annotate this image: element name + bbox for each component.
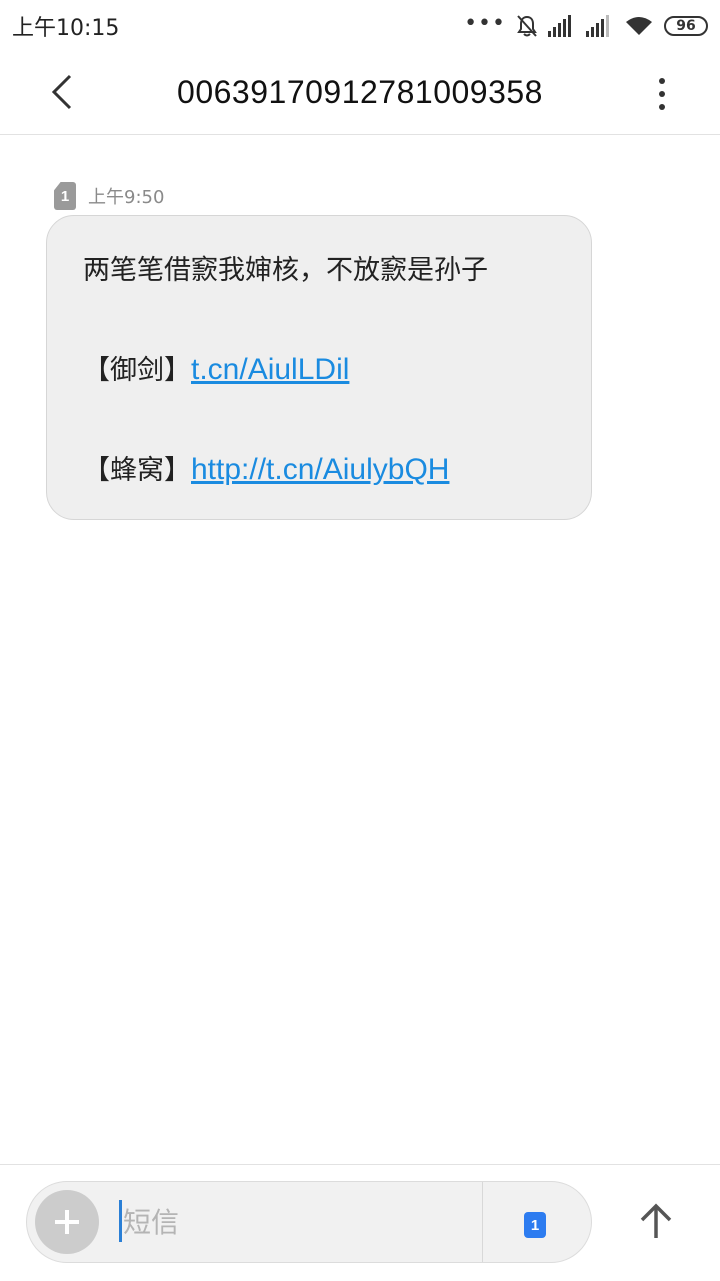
- message-link-1[interactable]: t.cn/AiulLDil: [191, 353, 349, 386]
- message-bubble[interactable]: 两笔笔借窾我婶核，不放窾是孙子 【御剑】t.cn/AiulLDil 【蜂窝】ht…: [46, 215, 592, 520]
- status-bar: 上午10:15 ••• 96: [0, 0, 720, 52]
- sim-select-button[interactable]: 1: [524, 1212, 546, 1238]
- signal-icon: [548, 15, 571, 37]
- arrow-up-icon: [640, 1203, 672, 1238]
- more-dots-icon: •••: [464, 10, 506, 36]
- plus-icon: [55, 1210, 79, 1234]
- signal-icon: [586, 15, 609, 37]
- message-line-text: 两笔笔借窾我婶核，不放窾是孙子: [83, 255, 488, 286]
- contact-number-title: 00639170912781009358: [177, 74, 543, 110]
- more-options-button[interactable]: [648, 72, 676, 116]
- more-vertical-icon: [659, 78, 665, 84]
- sms-input[interactable]: [123, 1198, 463, 1246]
- mute-bell-icon: [517, 15, 537, 37]
- sim-label: 1: [60, 187, 70, 205]
- message-meta: 1 上午9:50: [54, 182, 164, 210]
- message-time: 上午9:50: [88, 187, 165, 208]
- send-button[interactable]: [630, 1193, 682, 1249]
- message-line-link-1: 【御剑】t.cn/AiulLDil: [83, 348, 349, 387]
- sim-select-label: 1: [530, 1216, 540, 1234]
- message-link-2[interactable]: http://t.cn/AiulybQH: [191, 453, 449, 486]
- battery-icon: 96: [664, 16, 708, 36]
- composer-bar: 1: [0, 1164, 720, 1281]
- battery-level: 96: [676, 18, 696, 34]
- text-cursor: [119, 1200, 122, 1242]
- status-time: 上午10:15: [12, 16, 120, 41]
- composer-divider: [482, 1182, 483, 1262]
- wifi-icon: [626, 17, 652, 35]
- link-prefix: 【蜂窝】: [83, 455, 191, 486]
- sim-card-icon: 1: [54, 182, 76, 210]
- add-attachment-button[interactable]: [35, 1190, 99, 1254]
- message-line-link-2: 【蜂窝】http://t.cn/AiulybQH: [83, 448, 449, 487]
- status-icons: ••• 96: [464, 10, 708, 40]
- composer-field-wrap: 1: [26, 1181, 592, 1263]
- conversation-header: 00639170912781009358: [0, 52, 720, 135]
- link-prefix: 【御剑】: [83, 355, 191, 386]
